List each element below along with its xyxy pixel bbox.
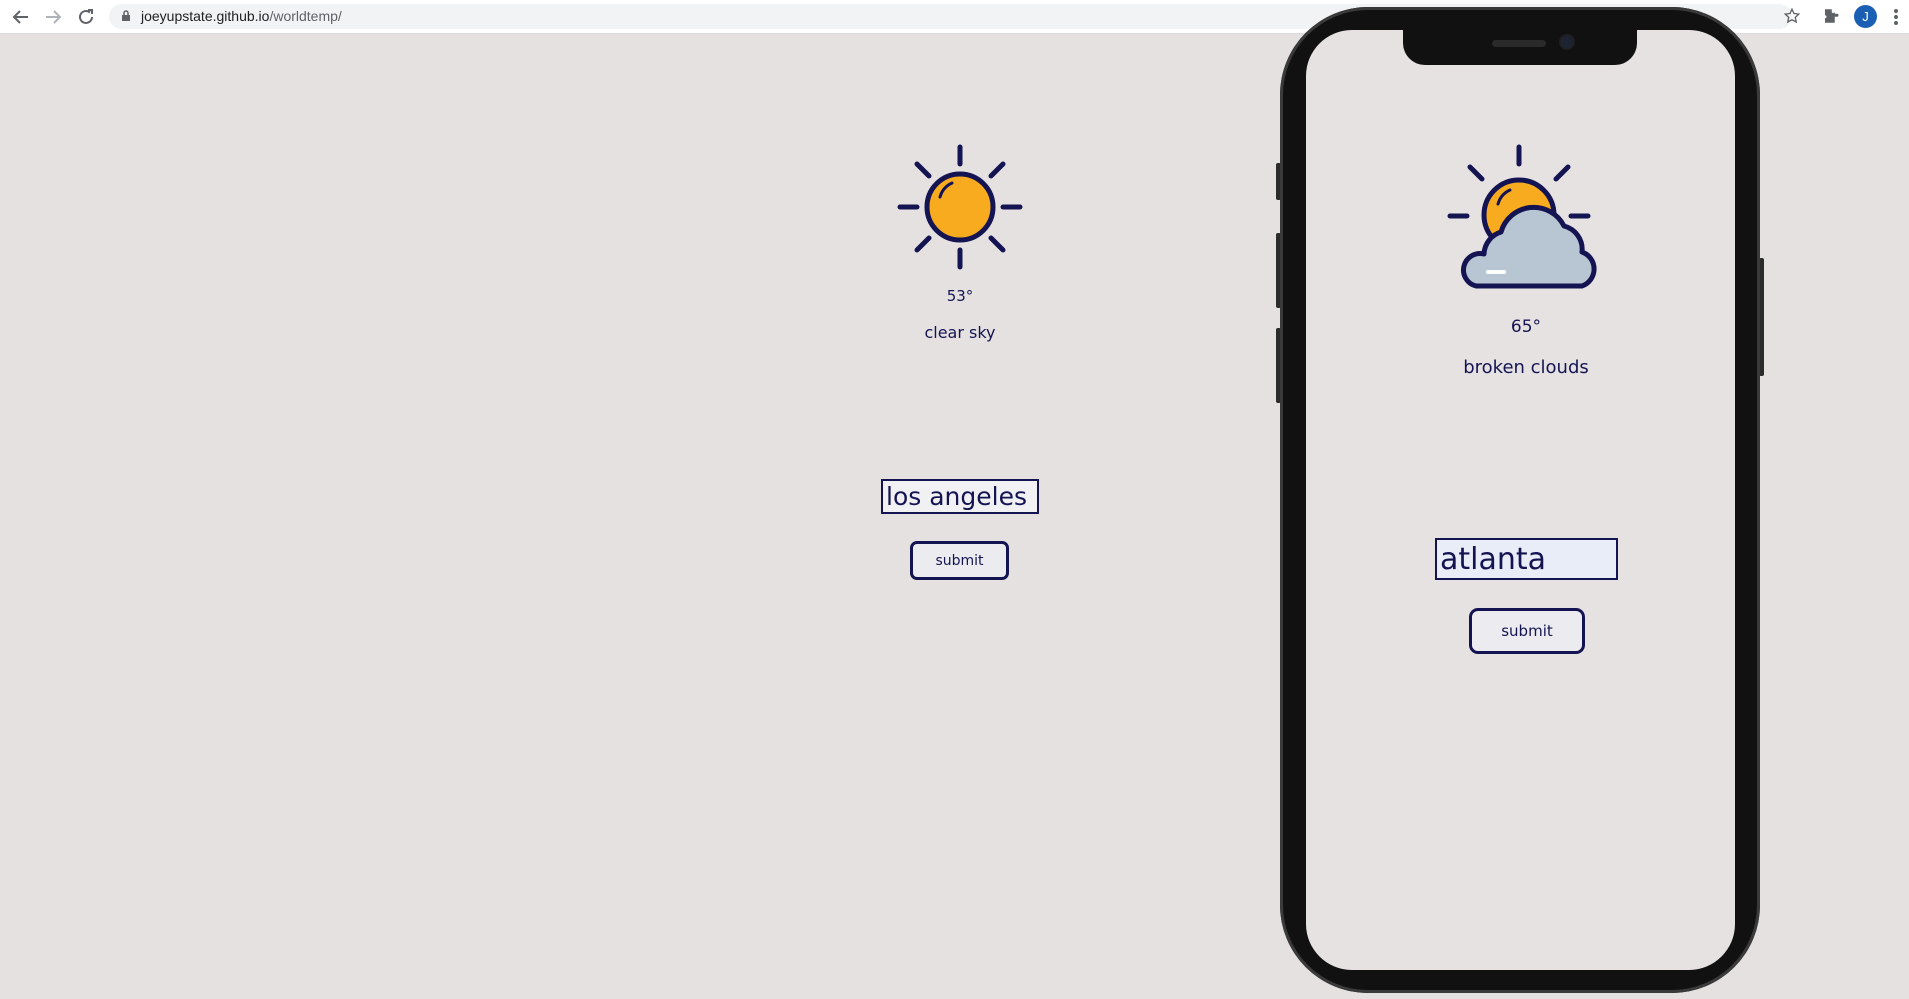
weather-description: clear sky — [924, 323, 996, 342]
phone-camera — [1561, 36, 1573, 48]
sun-icon — [897, 144, 1023, 270]
url-host: joeyupstate.github.io — [141, 8, 270, 24]
url-text[interactable]: joeyupstate.github.io/worldtemp/ — [141, 8, 342, 24]
lock-icon[interactable] — [121, 9, 131, 22]
profile-avatar[interactable]: J — [1854, 5, 1877, 28]
phone-speaker — [1492, 40, 1546, 47]
forward-icon[interactable] — [42, 6, 64, 28]
reload-icon[interactable] — [75, 6, 97, 28]
submit-button[interactable]: submit — [910, 541, 1009, 580]
extensions-icon[interactable] — [1822, 7, 1840, 25]
city-input[interactable] — [1435, 538, 1618, 580]
weather-description: broken clouds — [1463, 357, 1589, 378]
city-input[interactable] — [881, 479, 1039, 514]
url-path: /worldtemp/ — [269, 8, 342, 24]
menu-icon[interactable] — [1893, 8, 1899, 26]
back-icon[interactable] — [10, 6, 32, 28]
star-icon[interactable] — [1783, 7, 1801, 25]
submit-button[interactable]: submit — [1469, 608, 1585, 654]
temperature-value: 65° — [1510, 317, 1542, 337]
temperature-value: 53° — [946, 287, 974, 305]
sun-behind-cloud-icon — [1447, 144, 1597, 289]
